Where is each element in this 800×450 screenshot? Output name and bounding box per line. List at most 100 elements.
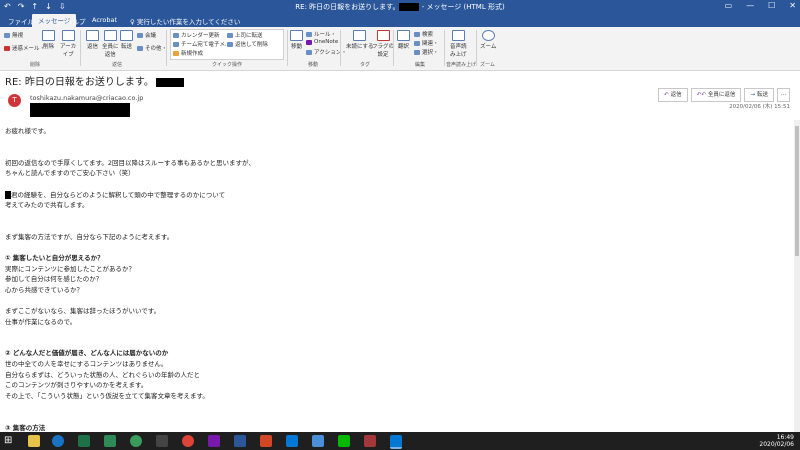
outlook-active-icon[interactable] (390, 435, 402, 449)
flag-button[interactable]: フラグの 設定 (372, 30, 394, 58)
rules-icon (306, 31, 312, 37)
archive-button[interactable]: アーカ イブ (60, 30, 76, 58)
reply-action-button[interactable]: ↶ 返信 (658, 88, 688, 102)
meeting-icon (137, 32, 143, 38)
lightning-icon (173, 50, 179, 56)
forward-arrow-icon (227, 32, 233, 38)
outlook-taskbar-icon[interactable] (286, 435, 298, 447)
move-button[interactable]: 移動 (290, 30, 303, 50)
tab-4[interactable]: ♀ 実行したい作業を入力してください (130, 16, 240, 26)
meeting-button[interactable]: 会議 (137, 31, 156, 39)
delete-icon (42, 30, 55, 41)
rules-button[interactable]: ルール・ (306, 30, 336, 38)
maximize-button[interactable]: ☐ (768, 1, 775, 10)
ribbon: 無視 迷惑メール・ 削除 アーカ イブ 削除 返信 全員に 返信 転送 会議 そ… (0, 27, 800, 71)
vertical-scrollbar[interactable] (794, 120, 800, 432)
quick-step-calendar-update[interactable]: カレンダー更新 (173, 31, 220, 39)
minimize-button[interactable]: — (746, 1, 754, 10)
app-icon[interactable] (104, 435, 116, 447)
body-line: 自分ならまずは、どういった状態の人、どれぐらいの年齢の人だと (5, 370, 200, 379)
junk-button[interactable]: 迷惑メール・ (4, 44, 45, 52)
ribbon-tabs: ファイル メッセージ ヘルプ Acrobat ♀ 実行したい作業を入力してください (0, 14, 800, 27)
forward-button[interactable]: 転送 (120, 30, 133, 50)
chrome-icon[interactable] (182, 435, 194, 447)
folder-icon (290, 30, 303, 41)
translate-button[interactable]: 翻訳 (397, 30, 410, 50)
avatar: T (8, 94, 21, 107)
delete-button[interactable]: 削除 (42, 30, 55, 50)
read-aloud-icon (451, 30, 465, 41)
calculator-icon[interactable] (312, 435, 324, 447)
select-icon (414, 49, 420, 55)
body-line: ① 集客したいと自分が思えるか？ (5, 254, 104, 263)
close-button[interactable]: ✕ (789, 1, 796, 10)
group-label-read-aloud: 音声読み上げ (446, 62, 477, 68)
body-line: 仕事が作業になるので。 (5, 317, 77, 326)
archive-icon (61, 30, 75, 41)
internet-explorer-icon[interactable] (52, 435, 64, 447)
quick-step-to-manager[interactable]: 上司に転送 (227, 31, 263, 39)
forward-action-button[interactable]: → 転送 (744, 88, 774, 102)
related-button[interactable]: 関連・ (414, 39, 439, 47)
tab-2[interactable]: ヘルプ (66, 16, 86, 26)
more-actions-button[interactable]: ··· (777, 88, 790, 102)
mark-unread-button[interactable]: 未読にする (346, 30, 374, 50)
body-line: まず集客の方法ですが、自分なら下記のように考えます。 (5, 232, 174, 241)
onenote-taskbar-icon[interactable] (208, 435, 220, 447)
group-separator (476, 30, 477, 66)
envelope-icon (353, 30, 367, 41)
ignore-button[interactable]: 無視 (4, 31, 23, 39)
reply-all-button[interactable]: 全員に 返信 (102, 30, 119, 58)
forward-icon (120, 30, 133, 41)
body-line: まずここがないなら、集客は辞ったほうがいいです。 (5, 307, 161, 316)
team-icon (173, 41, 179, 47)
reply-button[interactable]: 返信 (86, 30, 99, 50)
excel-icon[interactable] (78, 435, 90, 447)
forward-icon: → (750, 92, 755, 98)
tab-0[interactable]: ファイル (8, 16, 34, 26)
powerpoint-icon[interactable] (260, 435, 272, 447)
group-separator (80, 30, 81, 66)
redacted-name (399, 3, 420, 11)
reply-all-icon (103, 30, 117, 41)
message-actions: ↶ 返信 ↶↶ 全員に返信 → 転送 ··· (658, 88, 790, 102)
file-explorer-icon[interactable] (28, 435, 40, 447)
quick-step-new[interactable]: 新規作成 (173, 49, 203, 57)
ribbon-display-button[interactable]: ▭ (725, 1, 733, 10)
body-line: ② どんな人だと価値が届き、どんな人には届かないのか (5, 349, 169, 358)
line-icon[interactable] (338, 435, 350, 447)
group-label-quick-steps: クイック操作 (212, 62, 243, 68)
onenote-icon (306, 39, 312, 45)
tab-3[interactable]: Acrobat (92, 16, 117, 24)
app-icon-3[interactable] (156, 435, 168, 447)
sender-address[interactable]: toshikazu.nakamura@criacao.co.jp (30, 94, 143, 102)
onenote-button[interactable]: OneNote (306, 39, 338, 45)
quick-step-team-email[interactable]: チーム宛て電子メ... (173, 40, 230, 48)
windows-start-icon[interactable]: ⊞ (4, 435, 16, 447)
body-line: 君の経験を、自分ならどのように解釈して頭の中で整理するのかについて (5, 190, 785, 201)
word-icon[interactable] (234, 435, 246, 447)
quick-step-reply-delete[interactable]: 返信して削除 (227, 40, 268, 48)
body-line: 参加して自分は何を感じたのか？ (5, 275, 103, 284)
reply-icon (86, 30, 99, 41)
zoom-button[interactable]: ズーム (480, 30, 496, 50)
body-line: 初回の返信なので手厚くしてます。2回目以降はスルーする事もあるかと思いますが、 (5, 158, 255, 167)
read-aloud-button[interactable]: 音声読 み上げ (450, 30, 467, 58)
group-separator (340, 30, 341, 66)
body-line: このコンテンツが刺さりやすいのかを考えます。 (5, 381, 148, 390)
reply-all-action-button[interactable]: ↶↶ 全員に返信 (690, 88, 742, 102)
other-button[interactable]: その他・ (137, 44, 167, 52)
scrollbar-thumb[interactable] (795, 126, 799, 256)
search-icon (414, 31, 420, 37)
body-line: 心から共感できているか？ (5, 285, 83, 294)
select-button[interactable]: 選択・ (414, 48, 439, 56)
system-clock[interactable]: 16:49 2020/02/06 (759, 434, 794, 448)
access-icon[interactable] (364, 435, 376, 447)
find-button[interactable]: 検索 (414, 30, 433, 38)
app-icon-2[interactable] (130, 435, 142, 447)
message-subject: RE: 昨日の日報をお送りします。 (5, 73, 184, 88)
body-line: ちゃんと読んでますのでご安心下さい（笑） (5, 169, 135, 178)
calendar-icon (173, 32, 179, 38)
redacted-recipient (30, 103, 130, 117)
group-separator (166, 30, 167, 66)
